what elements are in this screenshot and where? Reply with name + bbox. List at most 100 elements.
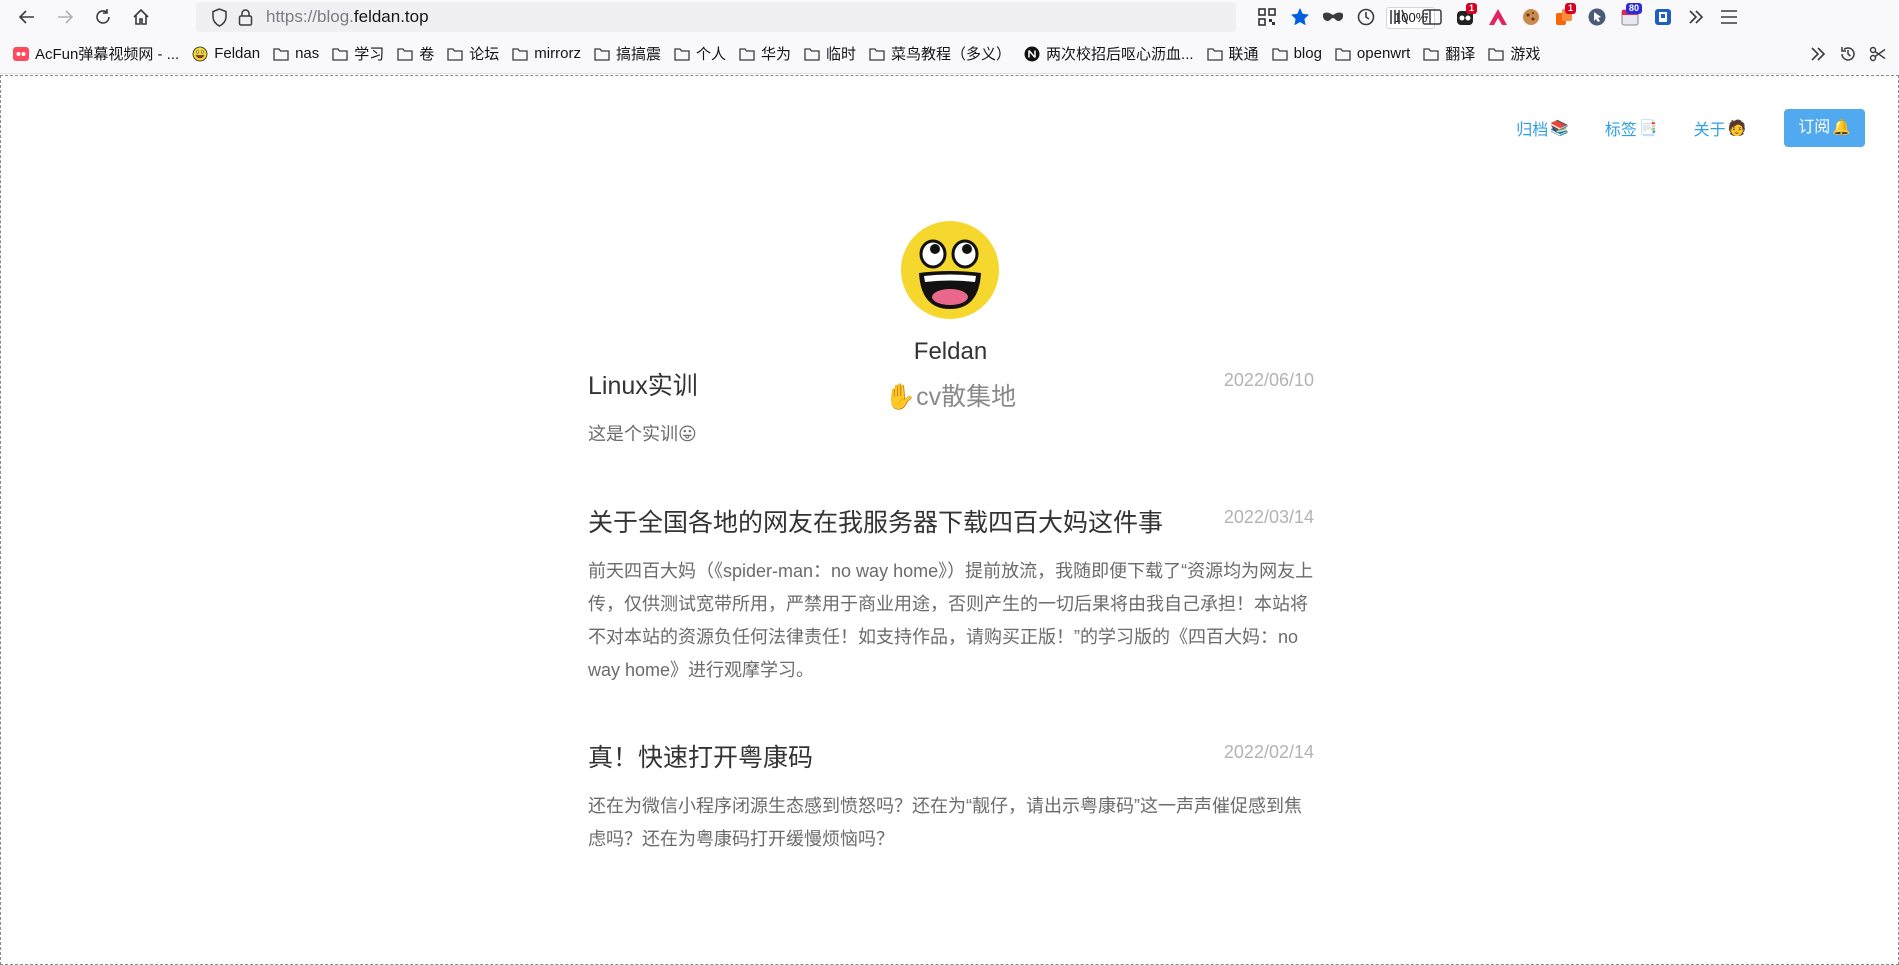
- post-title-link[interactable]: 真！快速打开粤康码: [588, 738, 813, 774]
- cookie-icon[interactable]: [1514, 2, 1547, 32]
- bookmark-star-icon[interactable]: [1283, 2, 1316, 32]
- forward-icon[interactable]: [48, 2, 82, 32]
- bookmark-folder[interactable]: 华为: [738, 43, 791, 64]
- bookmark-folder[interactable]: 搞搞震: [593, 43, 661, 64]
- post-title-link[interactable]: 关于全国各地的网友在我服务器下载四百大妈这件事: [588, 503, 1163, 539]
- mask-icon[interactable]: [1316, 2, 1349, 32]
- bookmark-folder[interactable]: 学习: [331, 43, 384, 64]
- bookmark-folder[interactable]: 联通: [1206, 43, 1259, 64]
- folder-icon: [331, 46, 349, 62]
- qr-code-icon[interactable]: [1250, 2, 1283, 32]
- extension-badge: 80: [1625, 3, 1642, 14]
- history-icon[interactable]: [1833, 45, 1863, 63]
- post-item: Linux实训 2022/06/10 这是个实训😛: [588, 366, 1314, 451]
- bookmark-label: 个人: [695, 46, 726, 63]
- bookmark-label: 华为: [760, 46, 791, 63]
- notion-icon: [1023, 46, 1041, 62]
- folder-icon: [396, 46, 414, 62]
- bookmark-folder[interactable]: 菜鸟教程（多义）: [868, 43, 1011, 64]
- history-clock-icon[interactable]: [1349, 2, 1382, 32]
- web-page: 归档 📚 标签 📑 关于 🧑 订阅 🔔 Feldan ✋cv散集地 Linux实训 20…: [0, 75, 1899, 965]
- subscribe-button[interactable]: 订阅 🔔: [1784, 109, 1865, 147]
- library-icon[interactable]: [1382, 2, 1415, 32]
- books-icon: 📚: [1550, 120, 1569, 137]
- bookmark-label: 学习: [354, 46, 385, 63]
- extension-a-icon[interactable]: [1481, 2, 1514, 32]
- smiley-icon: [191, 46, 209, 62]
- bookmark-folder[interactable]: openwrt: [1334, 45, 1410, 62]
- post-excerpt: 还在为微信小程序闭源生态感到愤怒吗？还在为“靓仔，请出示粤康码”这一声声催促感到…: [588, 796, 1302, 849]
- bookmarks-overflow-chevron-icon[interactable]: [1803, 47, 1833, 61]
- scissors-icon[interactable]: [1863, 45, 1893, 63]
- extension-blue-icon[interactable]: [1646, 2, 1679, 32]
- nav-tags-label: 标签: [1604, 122, 1637, 139]
- browser-toolbar: https://blog.feldan.top 100% 1 1 80: [0, 0, 1899, 34]
- post-item: 真！快速打开粤康码 2022/02/14 还在为微信小程序闭源生态感到愤怒吗？还…: [588, 738, 1314, 856]
- post-date: 2022/03/14: [1223, 507, 1314, 527]
- bookmark-folder[interactable]: 论坛: [446, 43, 499, 64]
- bookmark-folder[interactable]: 临时: [803, 43, 856, 64]
- person-icon: 🧑: [1727, 120, 1747, 137]
- bookmark-item[interactable]: 两次校招后呕心沥血...: [1023, 43, 1194, 64]
- bookmarks-bar: AcFun弹幕视频网 - ... Feldan nas 学习 卷 论坛 mirr…: [0, 34, 1899, 74]
- bookmark-label: mirrorz: [534, 45, 581, 62]
- sidebar-icon[interactable]: [1415, 2, 1448, 32]
- nav-tags-link[interactable]: 标签 📑: [1605, 116, 1658, 140]
- acfun-icon: [12, 46, 30, 62]
- bookmark-folder[interactable]: 游戏: [1487, 43, 1540, 64]
- nav-about-link[interactable]: 关于 🧑: [1694, 116, 1747, 140]
- url-domain: feldan.top: [353, 7, 429, 26]
- extension-cursor-icon[interactable]: [1580, 2, 1613, 32]
- overflow-chevron-icon[interactable]: [1679, 2, 1712, 32]
- back-icon[interactable]: [10, 2, 44, 32]
- folder-icon: [446, 46, 464, 62]
- bookmark-item[interactable]: Feldan: [191, 45, 260, 62]
- bookmark-folder[interactable]: 翻译: [1422, 43, 1475, 64]
- folder-icon: [1422, 46, 1440, 62]
- post-item: 关于全国各地的网友在我服务器下载四百大妈这件事 2022/03/14 前天四百大…: [588, 503, 1314, 687]
- folder-icon: [1271, 46, 1289, 62]
- bookmark-folder[interactable]: blog: [1271, 45, 1322, 62]
- folder-icon: [738, 46, 756, 62]
- home-icon[interactable]: [124, 2, 158, 32]
- url-text[interactable]: https://blog.feldan.top: [266, 7, 429, 27]
- post-excerpt: 前天四百大妈（《spider-man：no way home》）提前放流，我随即…: [588, 561, 1314, 680]
- bookmark-folder[interactable]: 卷: [396, 43, 434, 64]
- extension-orange-icon[interactable]: 1: [1547, 2, 1580, 32]
- bookmark-label: 临时: [826, 46, 857, 63]
- folder-icon: [272, 46, 290, 62]
- url-prefix: https://blog.: [266, 7, 354, 26]
- folder-icon: [1487, 46, 1505, 62]
- lock-icon[interactable]: [234, 8, 256, 26]
- bookmark-label: 卷: [419, 46, 435, 63]
- nav-archive-link[interactable]: 归档 📚: [1516, 116, 1569, 140]
- nav-about-label: 关于: [1693, 122, 1726, 139]
- bookmark-folder[interactable]: 个人: [673, 43, 726, 64]
- menu-icon[interactable]: [1712, 2, 1745, 32]
- bookmark-folder[interactable]: mirrorz: [511, 45, 581, 62]
- bookmark-item[interactable]: AcFun弹幕视频网 - ...: [12, 43, 179, 64]
- extension-panda-icon[interactable]: 1: [1448, 2, 1481, 32]
- folder-icon: [1206, 46, 1224, 62]
- folder-icon: [673, 46, 691, 62]
- extension-row: 1 1 80: [1250, 0, 1745, 34]
- post-date: 2022/02/14: [1223, 742, 1314, 762]
- bookmark-label: blog: [1293, 45, 1322, 62]
- url-bar[interactable]: https://blog.feldan.top 100%: [196, 2, 1436, 32]
- bookmark-folder[interactable]: nas: [272, 45, 319, 62]
- bookmark-label: 联通: [1228, 46, 1259, 63]
- folder-icon: [868, 46, 886, 62]
- site-nav: 归档 📚 标签 📑 关于 🧑 订阅 🔔: [1480, 109, 1865, 147]
- folder-icon: [593, 46, 611, 62]
- folder-icon: [803, 46, 821, 62]
- bookmark-label: nas: [295, 45, 320, 62]
- post-title-link[interactable]: Linux实训: [588, 366, 698, 402]
- extension-badge: 1: [1465, 3, 1477, 14]
- post-date: 2022/06/10: [1223, 370, 1314, 390]
- shield-icon[interactable]: [204, 7, 234, 27]
- folder-icon: [1334, 46, 1352, 62]
- reload-icon[interactable]: [86, 2, 120, 32]
- folder-icon: [511, 46, 529, 62]
- bookmark-label: AcFun弹幕视频网 - ...: [35, 46, 180, 63]
- extension-calendar-icon[interactable]: 80: [1613, 2, 1646, 32]
